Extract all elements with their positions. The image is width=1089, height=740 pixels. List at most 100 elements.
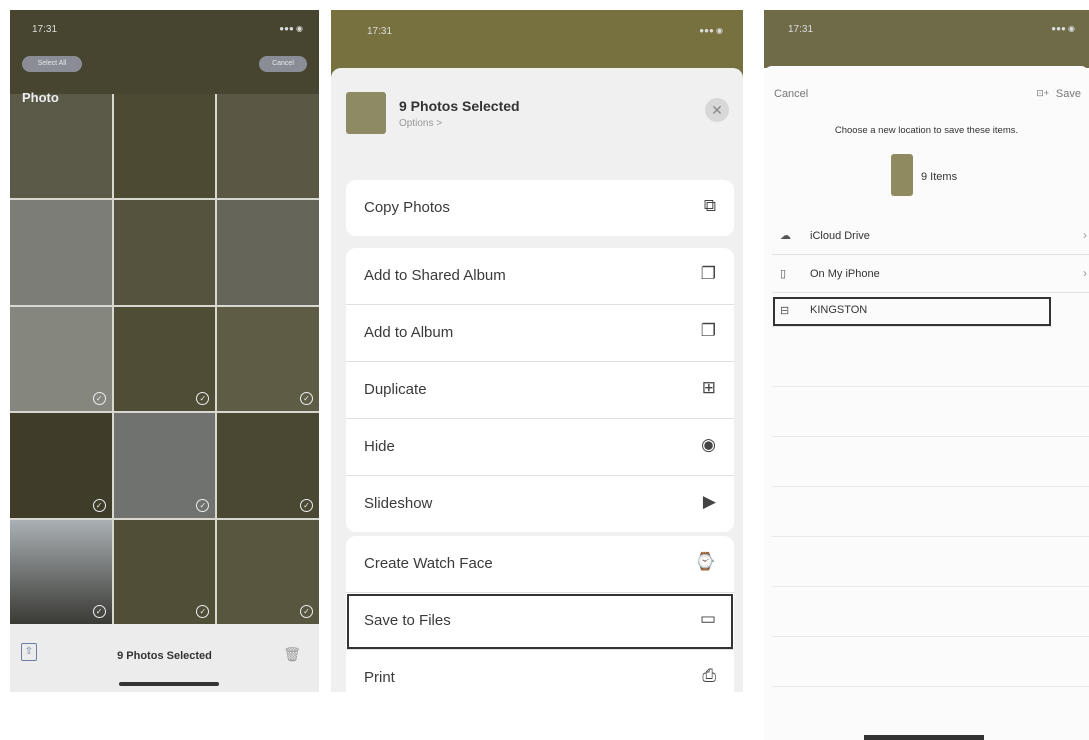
photo-thumbnail[interactable]: ✓: [113, 306, 216, 412]
divider: [772, 486, 1089, 487]
photo-thumbnail[interactable]: [10, 94, 112, 199]
photo-thumbnail[interactable]: [113, 200, 216, 305]
action-create-watch-face[interactable]: Create Watch Face ⌚: [346, 536, 734, 593]
action-label: Hide: [364, 438, 395, 455]
action-group: Create Watch Face ⌚ Save to Files ▭ Prin…: [346, 536, 734, 692]
duplicate-icon: ⊞: [701, 378, 716, 397]
cancel-button[interactable]: Cancel: [774, 88, 808, 100]
drive-icon: ⊟: [780, 305, 790, 317]
check-icon: ✓: [196, 498, 210, 512]
location-label: iCloud Drive: [810, 230, 870, 242]
action-save-to-files[interactable]: Save to Files ▭: [346, 593, 734, 650]
copy-icon: ⧉: [703, 196, 716, 215]
divider: [772, 636, 1089, 637]
phone-icon: ▯: [780, 268, 787, 280]
status-icons: ●●● ◉: [1051, 24, 1075, 33]
photo-thumbnail[interactable]: ✓: [217, 519, 319, 624]
action-duplicate[interactable]: Duplicate ⊞: [346, 362, 734, 419]
check-icon: ✓: [92, 605, 106, 618]
action-label: Duplicate: [364, 381, 427, 398]
watch-icon: ⌚: [694, 552, 716, 571]
check-icon: ✓: [299, 392, 313, 406]
save-dialog: Cancel ⊡+ Save Choose a new location to …: [764, 66, 1089, 740]
location-label: On My iPhone: [810, 268, 880, 280]
status-time: 17:31: [367, 26, 393, 37]
action-hide[interactable]: Hide ◉: [346, 419, 734, 476]
chevron-right-icon: ›: [1083, 266, 1087, 280]
selection-count: 9 Photos Selected: [117, 650, 212, 662]
cloud-icon: ☁: [780, 230, 791, 242]
check-icon: ✓: [92, 498, 106, 512]
options-link[interactable]: Options >: [399, 118, 442, 129]
location-on-my-iphone[interactable]: ▯ On My iPhone ›: [772, 256, 1089, 293]
photo-thumbnail[interactable]: ✓: [10, 519, 112, 624]
action-label: Create Watch Face: [364, 555, 493, 572]
select-all-button[interactable]: Select All: [22, 56, 82, 72]
printer-icon: ⎙: [702, 666, 716, 685]
photos-grid-screen: 17:31 ●●● ◉ Select All Cancel Photo ✓ ✓ …: [10, 10, 319, 692]
photo-thumbnail[interactable]: ✓: [113, 519, 216, 624]
trash-icon[interactable]: 🗑: [283, 646, 301, 663]
save-prompt: Choose a new location to save these item…: [834, 125, 1019, 136]
selection-thumbnail: [346, 92, 386, 134]
status-time: 17:31: [788, 24, 814, 35]
location-kingston[interactable]: ⊟ KINGSTON: [772, 296, 1052, 327]
status-time: 17:31: [32, 24, 58, 35]
photo-thumbnail[interactable]: ✓: [217, 306, 319, 412]
sheet-title: 9 Photos Selected: [399, 98, 520, 114]
page-title: Photo: [22, 90, 59, 105]
action-label: Save to Files: [364, 612, 451, 629]
photo-thumbnail[interactable]: [217, 94, 319, 199]
check-icon: ✓: [299, 498, 313, 512]
action-add-to-album[interactable]: Add to Album ❐: [346, 305, 734, 362]
save-button[interactable]: Save: [1056, 88, 1081, 100]
action-add-to-shared-album[interactable]: Add to Shared Album ❐: [346, 248, 734, 305]
home-indicator: [864, 735, 984, 740]
location-icloud-drive[interactable]: ☁ iCloud Drive ›: [772, 218, 1089, 255]
action-group: Copy Photos ⧉: [346, 180, 734, 236]
photo-thumbnail[interactable]: ✓: [217, 413, 319, 518]
status-icons: ●●● ◉: [279, 24, 303, 33]
check-icon: ✓: [196, 392, 210, 406]
status-icons: ●●● ◉: [699, 26, 723, 35]
photo-thumbnail[interactable]: ✓: [113, 413, 216, 518]
check-icon: ✓: [299, 605, 313, 618]
share-sheet: 9 Photos Selected Options > ✕ Copy Photo…: [331, 68, 743, 692]
cancel-button[interactable]: Cancel: [259, 56, 307, 72]
photo-thumbnail[interactable]: ✓: [10, 306, 112, 412]
folder-icon: ▭: [699, 609, 716, 628]
action-label: Copy Photos: [364, 199, 450, 216]
share-sheet-screen: 17:31 ●●● ◉ 9 Photos Selected Options > …: [331, 10, 743, 692]
action-label: Add to Album: [364, 324, 454, 341]
check-icon: ✓: [196, 605, 210, 618]
photo-grid: ✓ ✓ ✓ ✓ ✓ ✓ ✓ ✓ ✓: [10, 94, 319, 624]
photo-thumbnail[interactable]: [217, 200, 319, 305]
action-print[interactable]: Print ⎙: [346, 650, 734, 692]
photo-thumbnail[interactable]: [113, 94, 216, 199]
photo-thumbnail[interactable]: ✓: [10, 413, 112, 518]
action-label: Slideshow: [364, 495, 433, 512]
divider: [772, 586, 1089, 587]
shared-album-icon: ❐: [700, 264, 716, 283]
location-label: KINGSTON: [810, 304, 868, 316]
photo-thumbnail[interactable]: [10, 200, 112, 305]
save-to-files-screen: 17:31 ●●● ◉ Cancel ⊡+ Save Choose a new …: [764, 10, 1089, 740]
album-icon: ❐: [700, 321, 716, 340]
play-icon: ▶: [702, 492, 716, 511]
items-thumbnail: [891, 154, 913, 196]
eye-icon: ◉: [701, 435, 716, 454]
items-count: 9 Items: [921, 171, 958, 183]
action-copy-photos[interactable]: Copy Photos ⧉: [346, 180, 734, 236]
divider: [772, 386, 1089, 387]
divider: [772, 436, 1089, 437]
check-icon: ✓: [92, 392, 106, 406]
close-icon[interactable]: ✕: [705, 98, 729, 122]
status-bar-area: 17:31 ●●● ◉: [764, 10, 1089, 68]
action-slideshow[interactable]: Slideshow ▶: [346, 476, 734, 532]
bottom-toolbar: ⇧ 9 Photos Selected 🗑: [10, 624, 319, 692]
action-group: Add to Shared Album ❐ Add to Album ❐ Dup…: [346, 248, 734, 532]
new-folder-icon[interactable]: ⊡+: [1036, 88, 1049, 99]
action-label: Add to Shared Album: [364, 267, 506, 284]
action-label: Print: [364, 669, 395, 686]
chevron-right-icon: ›: [1083, 228, 1087, 242]
